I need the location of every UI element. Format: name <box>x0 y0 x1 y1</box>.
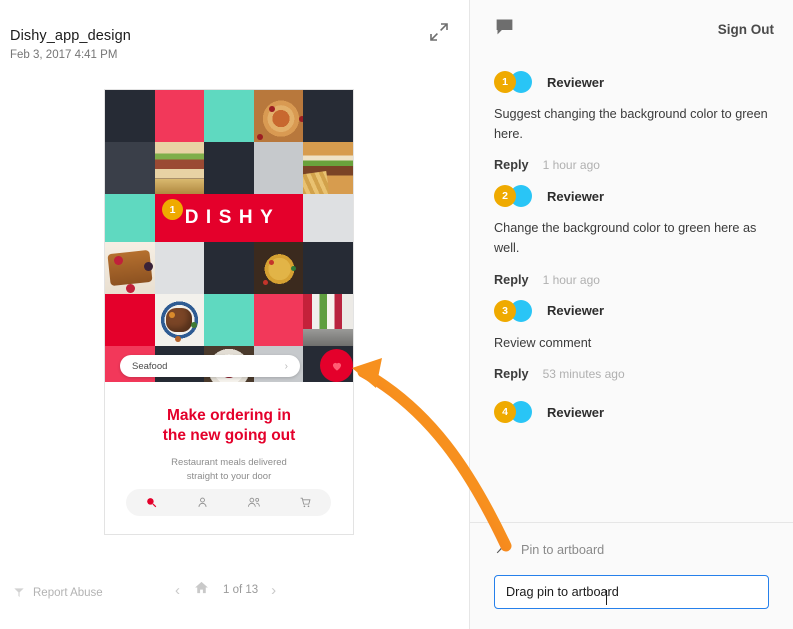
avatar: 2 <box>494 185 536 208</box>
comment-pin-number: 1 <box>494 71 516 93</box>
mosaic-row-logo: DISHY <box>105 194 353 242</box>
mosaic-cell <box>253 142 304 194</box>
comment-author: Reviewer <box>547 404 605 420</box>
panel-header: Sign Out <box>470 0 793 58</box>
mosaic-cell-photo <box>253 242 304 294</box>
comment-author: Reviewer <box>547 303 605 319</box>
search-icon[interactable] <box>137 496 167 509</box>
artboard-viewer: Dishy_app_design Feb 3, 2017 4:41 PM DIS… <box>0 0 469 629</box>
photo-mosaic: DISHY 1 Seafood › <box>105 90 353 382</box>
comment-text: Review comment <box>494 335 592 350</box>
mosaic-cell-photo <box>154 142 205 194</box>
mosaic-cell-photo <box>105 242 155 294</box>
comment-text: Suggest changing the background color to… <box>494 107 768 141</box>
artboard-pin-1[interactable]: 1 <box>162 199 183 220</box>
pin-to-artboard-row[interactable]: Pin to artboard <box>494 539 769 561</box>
mosaic-cell <box>204 90 254 142</box>
comment-input[interactable] <box>494 575 769 609</box>
comment-item: 3 Reviewer Review comment Reply 53 minut… <box>494 287 769 382</box>
review-app: Dishy_app_design Feb 3, 2017 4:41 PM DIS… <box>0 0 793 629</box>
avatar: 4 <box>494 401 536 424</box>
comment-item: 2 Reviewer Change the background color t… <box>494 172 769 287</box>
cart-icon[interactable] <box>290 496 320 509</box>
comment-bubble-icon[interactable] <box>494 16 515 42</box>
mosaic-cell <box>154 242 205 294</box>
mosaic-row <box>105 242 353 294</box>
person-icon[interactable] <box>188 496 218 509</box>
pushpin-icon[interactable] <box>494 539 511 561</box>
mosaic-cell-photo <box>303 294 353 346</box>
comment-timestamp: 1 hour ago <box>542 158 600 173</box>
artboard-pager: ‹ 1 of 13 › <box>175 579 276 601</box>
sign-out-button[interactable]: Sign Out <box>718 22 774 37</box>
comment-timestamp: 1 hour ago <box>542 272 600 287</box>
mosaic-cell <box>253 294 304 346</box>
artboard-copy: Make ordering in the new going out Restau… <box>105 382 353 483</box>
comment-pin-number: 3 <box>494 299 516 322</box>
pin-to-artboard-label: Pin to artboard <box>521 543 605 557</box>
comment-item: 1 Reviewer Suggest changing the backgrou… <box>494 58 769 172</box>
document-timestamp: Feb 3, 2017 4:41 PM <box>10 49 118 61</box>
mosaic-row <box>105 294 353 346</box>
mosaic-cell <box>303 194 353 242</box>
comment-text: Change the background color to green her… <box>494 221 757 256</box>
mosaic-cell-photo <box>154 294 205 346</box>
heart-icon[interactable] <box>320 349 353 382</box>
report-abuse-label: Report Abuse <box>33 587 103 599</box>
search-pill[interactable]: Seafood › <box>120 355 300 377</box>
mosaic-cell <box>105 142 155 194</box>
comment-author: Reviewer <box>547 74 605 90</box>
mosaic-cell <box>204 242 254 294</box>
comment-item: 4 Reviewer <box>494 381 769 424</box>
next-artboard-button[interactable]: › <box>271 583 276 598</box>
search-pill-label: Seafood <box>132 360 168 372</box>
prev-artboard-button[interactable]: ‹ <box>175 583 180 598</box>
mosaic-cell-photo <box>303 142 353 194</box>
text-caret <box>606 590 607 605</box>
flag-icon <box>14 588 24 598</box>
mosaic-cell <box>204 142 254 194</box>
document-header: Dishy_app_design Feb 3, 2017 4:41 PM <box>10 28 131 61</box>
mosaic-cell <box>204 294 254 346</box>
mosaic-cell <box>303 242 353 294</box>
artboard-counter: 1 of 13 <box>223 584 259 596</box>
comment-author: Reviewer <box>547 188 605 204</box>
mosaic-cell <box>105 194 155 242</box>
report-abuse-button[interactable]: Report Abuse <box>12 586 103 600</box>
people-icon[interactable] <box>239 496 269 509</box>
artboard-subcopy: Restaurant meals delivered straight to yo… <box>171 456 287 482</box>
artboard-headline: Make ordering in the new going out <box>162 407 296 445</box>
app-bottom-nav <box>126 489 331 516</box>
page-title: Dishy_app_design <box>10 28 131 44</box>
comments-panel: Sign Out 1 Reviewer Suggest changing the… <box>469 0 793 629</box>
comment-timestamp: 53 minutes ago <box>542 367 625 382</box>
expand-icon[interactable] <box>427 20 451 44</box>
reply-button[interactable]: Reply <box>494 273 529 287</box>
comment-composer: Pin to artboard <box>470 522 793 629</box>
avatar: 1 <box>494 71 536 93</box>
reply-button[interactable]: Reply <box>494 367 529 381</box>
mosaic-cell <box>303 90 353 142</box>
reply-button[interactable]: Reply <box>494 158 529 172</box>
chevron-right-icon: › <box>284 360 288 372</box>
comment-thread[interactable]: 1 Reviewer Suggest changing the backgrou… <box>470 58 793 522</box>
mosaic-cell <box>105 294 155 346</box>
mosaic-row <box>105 90 353 142</box>
home-icon[interactable] <box>193 579 210 601</box>
artboard[interactable]: DISHY 1 Seafood › Make ordering in the n… <box>104 89 354 535</box>
app-logo-text: DISHY <box>184 207 281 228</box>
mosaic-cell <box>154 90 205 142</box>
avatar: 3 <box>494 299 536 322</box>
mosaic-row <box>105 142 353 194</box>
mosaic-cell-photo <box>253 90 304 142</box>
mosaic-cell <box>105 90 155 142</box>
